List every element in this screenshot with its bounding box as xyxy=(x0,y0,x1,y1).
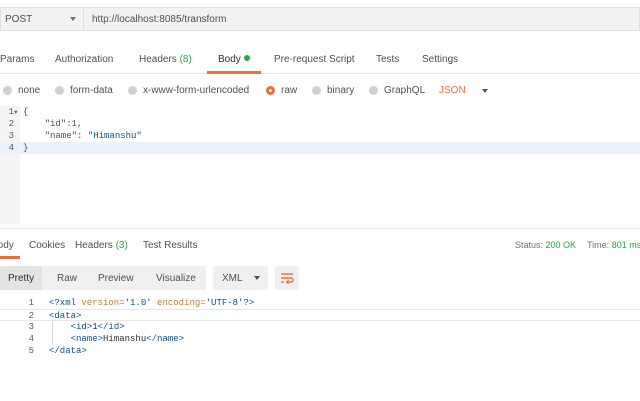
tab-headers-label: Headers xyxy=(139,54,177,65)
tab-authorization[interactable]: Authorization xyxy=(55,54,113,65)
url-input[interactable] xyxy=(84,7,640,31)
tab-params[interactable]: Params xyxy=(0,54,34,65)
modified-dot-icon xyxy=(243,55,250,61)
code-line-active: 4 } xyxy=(0,142,640,154)
line-number: 3 xyxy=(8,131,14,141)
chevron-down-icon xyxy=(481,88,488,93)
status-value: 200 OK xyxy=(545,240,577,250)
pretty-button[interactable]: Pretty xyxy=(8,273,34,284)
line-number: 3 xyxy=(28,322,34,332)
resp-tab-body-label: Body xyxy=(0,240,14,251)
resp-tab-cookies[interactable]: Cookies xyxy=(29,240,65,251)
response-toolbar: Pretty Raw Preview Visualize XML xyxy=(0,266,640,290)
response-time: Time: 801 ms xyxy=(587,240,640,250)
radio-binary[interactable]: binary xyxy=(312,85,354,96)
response-format-label: XML xyxy=(222,272,243,284)
response-body-viewer[interactable]: 1 <?xml version='1.0' encoding='UTF-8'?>… xyxy=(0,297,640,367)
line-number: 1 xyxy=(8,107,14,117)
tab-body[interactable]: Body xyxy=(218,54,250,65)
tab-headers[interactable]: Headers (8) xyxy=(139,54,192,65)
line-number: 4 xyxy=(8,143,14,153)
body-format-select[interactable]: JSON xyxy=(439,85,488,96)
chevron-down-icon xyxy=(70,17,76,21)
radio-icon xyxy=(128,86,137,95)
view-mode-group: Pretty Raw Preview Visualize xyxy=(0,266,206,290)
radio-icon xyxy=(55,86,64,95)
radio-raw-label: raw xyxy=(281,85,298,96)
preview-button[interactable]: Preview xyxy=(98,273,134,284)
resp-tab-headers[interactable]: Headers (3) xyxy=(75,240,128,251)
response-status: Status: 200 OK xyxy=(515,240,576,250)
body-type-selector: none form-data x-www-form-urlencoded raw… xyxy=(0,82,640,100)
request-url-bar: POST xyxy=(0,7,640,31)
response-format-select[interactable]: XML xyxy=(213,266,268,290)
radio-none[interactable]: none xyxy=(3,85,40,96)
body-format-label: JSON xyxy=(439,85,466,96)
active-tab-indicator xyxy=(207,71,261,74)
active-tab-indicator xyxy=(0,256,20,259)
radio-icon xyxy=(369,86,378,95)
radio-raw[interactable]: raw xyxy=(266,85,297,96)
visualize-button[interactable]: Visualize xyxy=(156,273,196,284)
radio-binary-label: binary xyxy=(327,85,355,96)
code-text: } xyxy=(23,143,29,153)
wrap-lines-button[interactable] xyxy=(275,266,299,290)
time-label: Time: xyxy=(587,240,610,250)
raw-button[interactable]: Raw xyxy=(57,273,77,284)
response-tabs: Body Cookies Headers (3) Test Results St… xyxy=(0,228,640,259)
code-line: 3 "name": "Himanshu" xyxy=(0,130,640,142)
radio-graphql[interactable]: GraphQL xyxy=(369,85,425,96)
radio-urlencoded[interactable]: x-www-form-urlencoded xyxy=(128,85,249,96)
request-body-editor[interactable]: 1 ▼ { 2 "id":1, 3 "name": "Himanshu" 4 } xyxy=(0,106,640,224)
method-select[interactable]: POST xyxy=(0,7,84,31)
code-text: </data> xyxy=(49,346,87,356)
radio-form-data-label: form-data xyxy=(70,85,113,96)
code-text: <name>Himanshu</name> xyxy=(49,334,185,344)
resp-tab-test-results[interactable]: Test Results xyxy=(143,240,197,251)
headers-count: (8) xyxy=(179,54,192,65)
tab-settings[interactable]: Settings xyxy=(422,54,458,65)
tab-pre-request-script[interactable]: Pre-request Script xyxy=(274,54,355,65)
code-text: "name": "Himanshu" xyxy=(23,131,142,141)
radio-icon xyxy=(3,86,12,95)
code-text: "id":1, xyxy=(23,119,83,129)
tab-body-label: Body xyxy=(218,54,241,65)
indent-guide xyxy=(52,321,53,345)
code-line: 4 <name>Himanshu</name> xyxy=(0,333,640,345)
radio-none-label: none xyxy=(18,85,41,96)
code-text: <?xml version='1.0' encoding='UTF-8'?> xyxy=(49,298,255,308)
code-line: 3 <id>1</id> xyxy=(0,321,640,333)
radio-checked-icon xyxy=(266,86,275,95)
tab-tests[interactable]: Tests xyxy=(376,54,399,65)
line-number: 5 xyxy=(28,346,34,356)
resp-headers-count: (3) xyxy=(115,240,128,251)
radio-icon xyxy=(312,86,321,95)
wrap-lines-icon xyxy=(281,273,294,284)
status-label: Status: xyxy=(515,240,544,250)
radio-urlencoded-label: x-www-form-urlencoded xyxy=(143,85,250,96)
radio-graphql-label: GraphQL xyxy=(384,85,426,96)
code-line-active: 2 <data> xyxy=(0,309,640,321)
method-label: POST xyxy=(5,13,33,25)
code-text: <id>1</id> xyxy=(49,322,125,332)
code-line: 5 </data> xyxy=(0,345,640,357)
line-number: 2 xyxy=(8,119,14,129)
request-tabs: Params Authorization Headers (8) Body Pr… xyxy=(0,44,640,74)
resp-tab-body[interactable]: Body xyxy=(0,240,14,251)
line-number: 4 xyxy=(28,334,34,344)
resp-tab-headers-label: Headers xyxy=(75,240,113,251)
chevron-down-icon xyxy=(254,276,260,280)
code-text: { xyxy=(23,107,29,117)
code-line: 1 ▼ { xyxy=(0,106,640,118)
code-line: 2 "id":1, xyxy=(0,118,640,130)
radio-form-data[interactable]: form-data xyxy=(55,85,113,96)
code-line: 1 <?xml version='1.0' encoding='UTF-8'?> xyxy=(0,297,640,309)
time-value: 801 ms xyxy=(611,240,640,250)
line-number: 1 xyxy=(28,298,34,308)
